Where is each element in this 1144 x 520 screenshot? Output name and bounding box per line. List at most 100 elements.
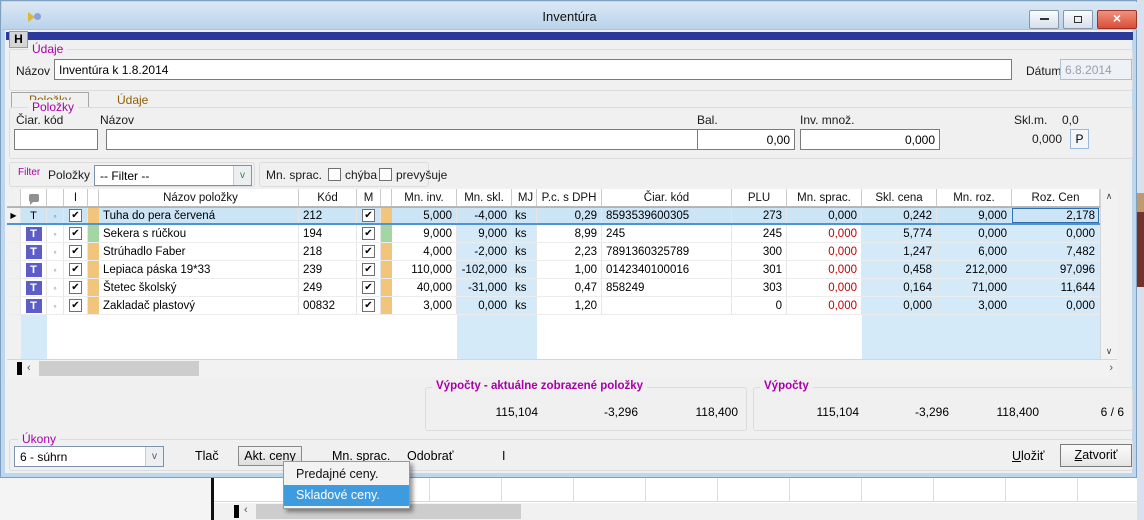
- column-header-ciar-kod[interactable]: Čiar. kód: [602, 189, 732, 206]
- scroll-left-icon[interactable]: ‹: [27, 362, 31, 374]
- cell-skl-cena: 0,164: [862, 279, 937, 296]
- checkbox-checked[interactable]: ✔: [362, 227, 375, 240]
- table-row[interactable]: ▶T◦✔Tuha do pera červená212✔5,000-4,000k…: [7, 207, 1100, 225]
- checkbox-checked[interactable]: ✔: [362, 209, 375, 222]
- column-header-mn-inv[interactable]: Mn. inv.: [392, 189, 457, 206]
- barcode-input[interactable]: [14, 129, 98, 150]
- cell-pc-s-dph: 0,29: [537, 208, 602, 223]
- table-row[interactable]: T◦✔Štetec školský249✔40,000-31,000ks0,47…: [7, 279, 1100, 297]
- inv-mnoz-label: Inv. množ.: [800, 113, 854, 127]
- grid-hscrollbar[interactable]: ‹ ›: [7, 359, 1117, 377]
- vypocty-all-v1: 115,104: [764, 405, 859, 419]
- odobrat-button[interactable]: Odobrať: [407, 449, 453, 463]
- grid-main: I Názov položky Kód M Mn. inv. Mn. skl. …: [7, 189, 1100, 359]
- checkbox-checked[interactable]: ✔: [69, 281, 82, 294]
- chyba-label: chýba: [345, 168, 377, 182]
- grid-vscrollbar[interactable]: ∧ ∨: [1100, 189, 1117, 359]
- header-balloon[interactable]: [21, 189, 47, 206]
- scroll-left-icon[interactable]: ‹: [244, 504, 248, 516]
- tab-udaje[interactable]: Údaje: [117, 93, 148, 107]
- type-cell: T: [21, 297, 47, 314]
- i-checkbox-cell: ✔: [64, 261, 88, 278]
- cell-roz-cena: 0,000: [1012, 225, 1100, 242]
- type-badge: T: [26, 281, 42, 295]
- column-header-mn-sprac[interactable]: Mn. sprac.: [787, 189, 862, 206]
- checkbox-checked[interactable]: ✔: [69, 299, 82, 312]
- chyba-checkbox[interactable]: [328, 168, 341, 181]
- inv-mnoz-input[interactable]: [800, 129, 940, 150]
- checkbox-checked[interactable]: ✔: [69, 245, 82, 258]
- chevron-down-icon[interactable]: v: [145, 447, 163, 466]
- column-header-mn-roz[interactable]: Mn. roz.: [937, 189, 1012, 206]
- cell-roz-cena: 97,096: [1012, 261, 1100, 278]
- cell-mn-roz: 212,000: [937, 261, 1012, 278]
- close-button[interactable]: ×: [1097, 10, 1137, 29]
- menu-item[interactable]: Skladové ceny.: [284, 485, 409, 506]
- grid-scroll-thumb[interactable]: [39, 361, 199, 376]
- column-header-mn-skl[interactable]: Mn. skl.: [457, 189, 512, 206]
- cell-plu: 300: [732, 243, 787, 260]
- ukony-select[interactable]: 6 - súhrn v: [14, 446, 164, 467]
- m-checkbox-cell: ✔: [357, 243, 381, 260]
- cell-kod: 249: [299, 279, 357, 296]
- nazov-input[interactable]: [54, 59, 1012, 80]
- scroll-down-icon[interactable]: ∨: [1101, 346, 1117, 357]
- column-header-skl-cena[interactable]: Skl. cena: [862, 189, 937, 206]
- column-header-i[interactable]: I: [64, 189, 88, 206]
- minimize-icon: [1040, 18, 1049, 20]
- prevysuje-checkbox[interactable]: [379, 168, 392, 181]
- chevron-down-icon[interactable]: v: [233, 166, 251, 185]
- header-dot[interactable]: [47, 189, 64, 206]
- item-name-input[interactable]: [106, 129, 706, 150]
- filter-select[interactable]: -- Filter -- v: [94, 165, 252, 186]
- zatvorit-button[interactable]: Zatvoriť: [1060, 444, 1132, 467]
- status-strip: [381, 261, 392, 278]
- checkbox-checked[interactable]: ✔: [362, 245, 375, 258]
- bal-input[interactable]: [697, 129, 795, 150]
- cell-pc-s-dph: 8,99: [537, 225, 602, 242]
- table-row[interactable]: T◦✔Zakladač plastový00832✔3,0000,000ks1,…: [7, 297, 1100, 315]
- checkbox-checked[interactable]: ✔: [362, 299, 375, 312]
- inventura-window: Inventúra × H Údaje Názov Dátum Položky …: [0, 0, 1137, 478]
- maximize-button[interactable]: [1063, 10, 1093, 29]
- table-row[interactable]: T◦✔Strúhadlo Faber218✔4,000-2,000ks2,237…: [7, 243, 1100, 261]
- table-row[interactable]: T◦✔Lepiaca páska 19*33239✔110,000-102,00…: [7, 261, 1100, 279]
- ulozit-button[interactable]: Uložiť: [1012, 449, 1044, 463]
- polozky-groupbox: Položky Čiar. kód Názov Bal. Inv. množ. …: [9, 107, 1133, 159]
- column-header-kod[interactable]: Kód: [299, 189, 357, 206]
- column-header-m[interactable]: M: [357, 189, 381, 206]
- tlac-button[interactable]: Tlač: [195, 449, 219, 463]
- checkbox-checked[interactable]: ✔: [69, 263, 82, 276]
- scroll-up-icon[interactable]: ∧: [1101, 191, 1117, 202]
- p-button[interactable]: P: [1070, 129, 1089, 149]
- column-header-mj[interactable]: MJ: [512, 189, 537, 206]
- title-bar[interactable]: Inventúra ×: [2, 2, 1137, 30]
- menu-strip: [6, 32, 1133, 40]
- column-header-pc-s-dph[interactable]: P.c. s DPH: [537, 189, 602, 206]
- checkbox-checked[interactable]: ✔: [69, 227, 82, 240]
- cell-name: Lepiaca páska 19*33: [99, 261, 299, 278]
- status-strip: [381, 297, 392, 314]
- column-header-roz-cena[interactable]: Roz. Cen: [1012, 189, 1100, 206]
- row-selector: ▶: [7, 208, 21, 223]
- minimize-button[interactable]: [1029, 10, 1059, 29]
- checkbox-checked[interactable]: ✔: [362, 263, 375, 276]
- h-tab[interactable]: H: [9, 31, 28, 48]
- status-strip: [381, 208, 392, 223]
- scroll-right-icon[interactable]: ›: [1109, 362, 1113, 374]
- cell-skl-cena: 1,247: [862, 243, 937, 260]
- checkbox-checked[interactable]: ✔: [362, 281, 375, 294]
- i-button[interactable]: I: [502, 449, 505, 463]
- sklm-top-value: 0,0: [1062, 113, 1079, 127]
- cell-mn-roz: 9,000: [937, 208, 1012, 223]
- column-header-nazov[interactable]: Názov položky: [99, 189, 299, 206]
- column-header-plu[interactable]: PLU: [732, 189, 787, 206]
- grid-body: ▶T◦✔Tuha do pera červená212✔5,000-4,000k…: [7, 207, 1100, 359]
- table-row[interactable]: T◦✔Sekera s rúčkou194✔9,0009,000ks8,9924…: [7, 225, 1100, 243]
- grid-scroll-mark: [17, 362, 22, 375]
- menu-item[interactable]: Predajné ceny.: [284, 464, 409, 485]
- cell-plu: 0: [732, 297, 787, 314]
- checkbox-checked[interactable]: ✔: [69, 209, 82, 222]
- cell-mn-sprac: 0,000: [787, 225, 862, 242]
- cell-name: Tuha do pera červená: [99, 208, 299, 223]
